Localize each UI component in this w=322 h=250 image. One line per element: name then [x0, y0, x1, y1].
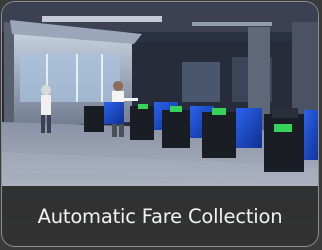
caption-bar: Automatic Fare Collection — [2, 186, 318, 246]
fare-collection-card[interactable]: Automatic Fare Collection — [0, 0, 322, 250]
card-caption: Automatic Fare Collection — [37, 204, 283, 228]
card-frame: Automatic Fare Collection — [1, 1, 319, 247]
